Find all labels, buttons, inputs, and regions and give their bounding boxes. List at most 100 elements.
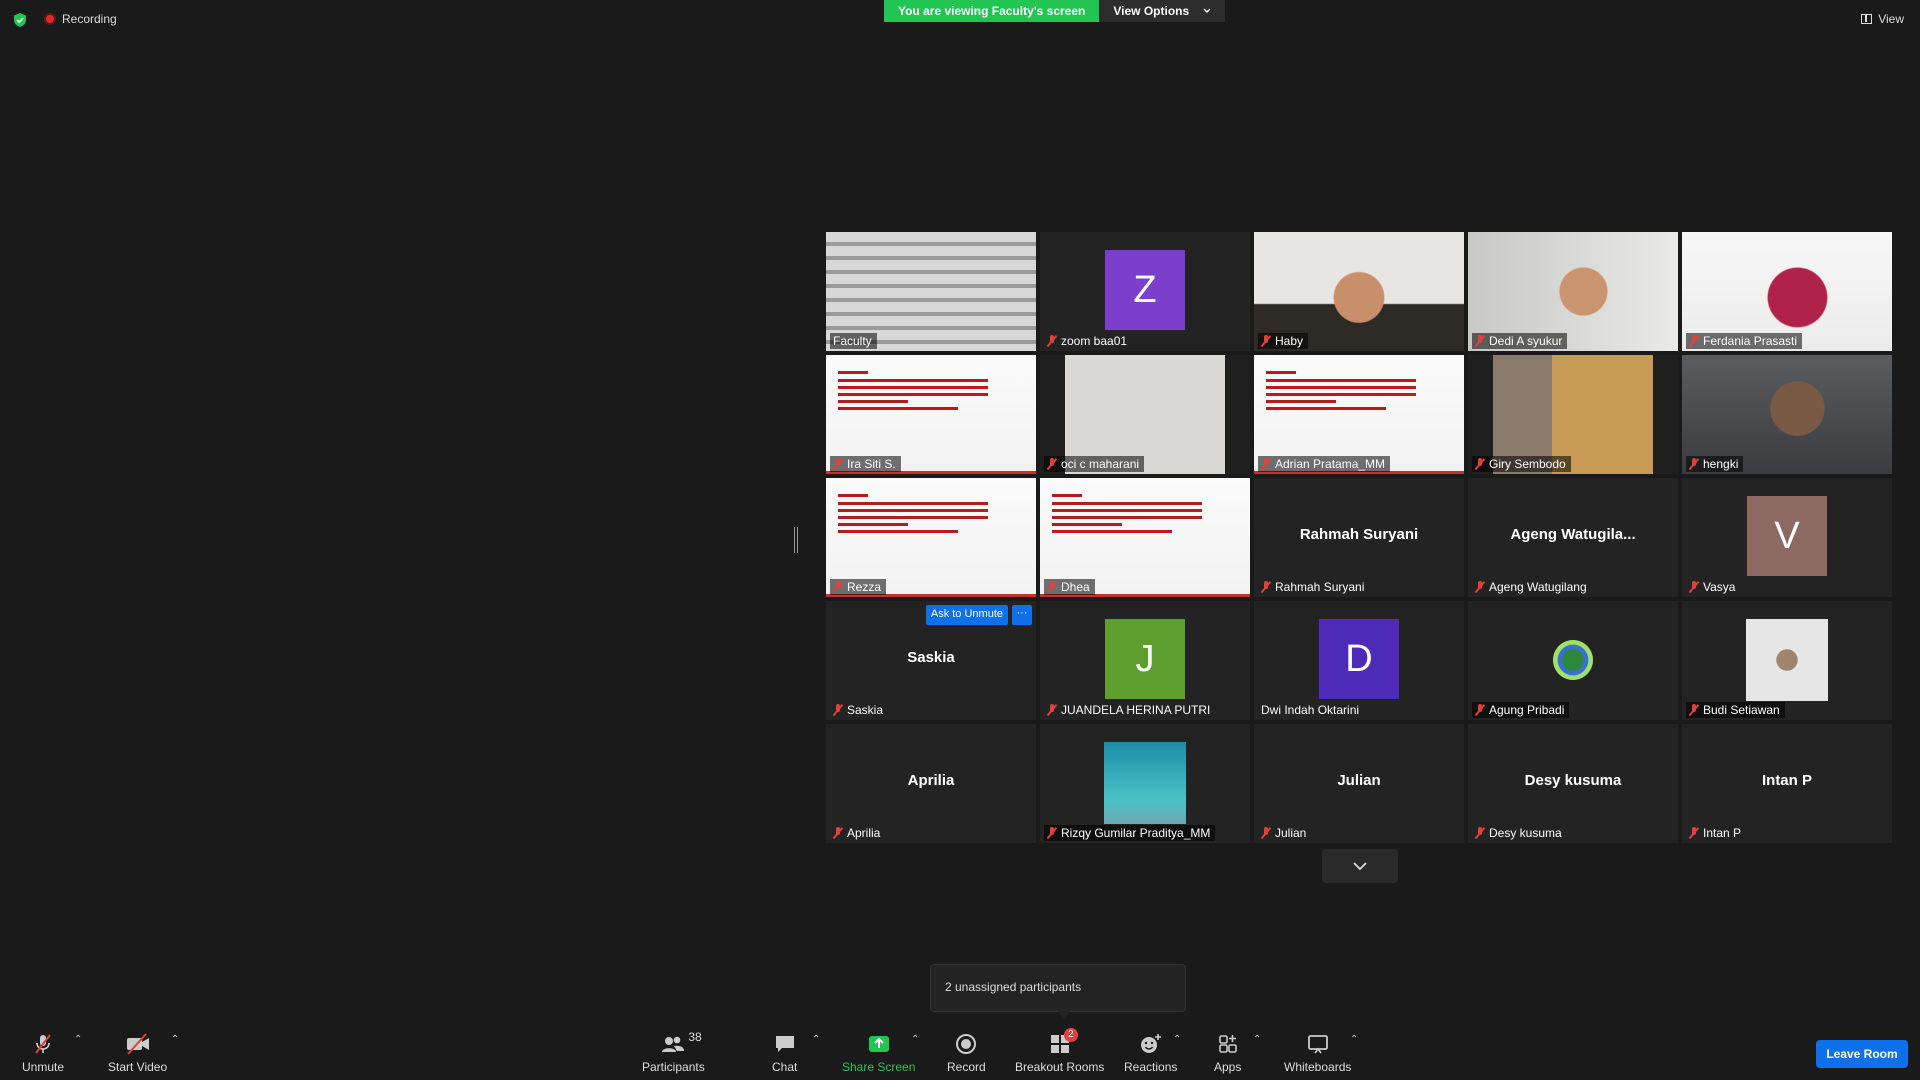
participant-tile[interactable]: Budi Setiawan: [1682, 601, 1892, 720]
participant-tile[interactable]: Adrian Pratama_MM: [1254, 355, 1464, 474]
share-screen-icon: [868, 1036, 889, 1052]
more-options-button[interactable]: ···: [1012, 605, 1032, 625]
chevron-down-icon: [1203, 8, 1211, 13]
participant-name-tag: Rizqy Gumilar Praditya_MM: [1044, 825, 1216, 841]
participant-name-tag: Desy kusuma: [1472, 825, 1567, 841]
participant-name: Intan P: [1703, 826, 1742, 840]
participant-tile[interactable]: hengki: [1682, 355, 1892, 474]
participant-tile[interactable]: V Vasya: [1682, 478, 1892, 597]
gallery-scroll-down-button[interactable]: [1322, 849, 1398, 883]
share-screen-label: Share Screen: [842, 1060, 916, 1074]
participant-name: Rizqy Gumilar Praditya_MM: [1061, 826, 1211, 840]
participant-name: Saskia: [847, 703, 884, 717]
avatar: D: [1319, 619, 1399, 699]
participant-tile[interactable]: Dedi A syukur: [1468, 232, 1678, 351]
apps-label: Apps: [1214, 1060, 1242, 1074]
participant-display-name: Aprilia: [907, 772, 955, 789]
chat-options-caret-icon[interactable]: ⌃: [812, 1034, 820, 1045]
share-screen-button[interactable]: Share Screen: [842, 1032, 915, 1074]
leave-room-button[interactable]: Leave Room: [1816, 1040, 1908, 1068]
microphone-muted-icon: [833, 458, 843, 470]
view-options-button[interactable]: View Options: [1099, 0, 1226, 22]
breakout-rooms-badge: 2: [1064, 1028, 1078, 1042]
participant-tile[interactable]: Haby: [1254, 232, 1464, 351]
participant-tile[interactable]: Rahmah Suryani Rahmah Suryani: [1254, 478, 1464, 597]
participant-name-tag: Ferdania Prasasti: [1686, 333, 1803, 349]
participant-display-name: Saskia: [907, 649, 955, 666]
participant-name-tag: Rahmah Suryani: [1258, 579, 1369, 595]
avatar: J: [1105, 619, 1185, 699]
participant-tile[interactable]: Julian Julian: [1254, 724, 1464, 843]
slide-text-line: [838, 494, 868, 497]
participant-tile[interactable]: Intan P Intan P: [1682, 724, 1892, 843]
microphone-muted-icon: [1689, 581, 1699, 593]
participant-tile[interactable]: Ageng Watugila... Ageng Watugilang: [1468, 478, 1678, 597]
chat-button[interactable]: Chat: [772, 1032, 797, 1074]
participant-name-tag: Ira Siti S.: [830, 456, 901, 472]
chat-label: Chat: [772, 1060, 798, 1074]
slide-text-line: [838, 386, 988, 389]
apps-options-caret-icon[interactable]: ⌃: [1253, 1034, 1261, 1045]
participant-name: Rahmah Suryani: [1275, 580, 1365, 594]
reactions-options-caret-icon[interactable]: ⌃: [1173, 1034, 1181, 1045]
participant-tile[interactable]: Agung Pribadi: [1468, 601, 1678, 720]
ask-to-unmute-button[interactable]: Ask to Unmute: [925, 605, 1008, 625]
slide-text-line: [1266, 379, 1416, 382]
participants-label: Participants: [642, 1060, 705, 1074]
record-button[interactable]: Record: [947, 1032, 986, 1074]
participant-tile[interactable]: Saskia Ask to Unmute ··· Saskia: [826, 601, 1036, 720]
participant-name: hengki: [1703, 457, 1739, 471]
participant-tile[interactable]: Zzoom baa01: [1040, 232, 1250, 351]
participant-tile[interactable]: Faculty: [826, 232, 1036, 351]
whiteboards-button[interactable]: Whiteboards: [1284, 1032, 1351, 1074]
video-options-caret-icon[interactable]: ⌃: [171, 1034, 179, 1045]
participant-name: Desy kusuma: [1489, 826, 1562, 840]
slide-text-line: [838, 400, 908, 403]
tile-hover-actions: Ask to Unmute ···: [925, 605, 1032, 625]
recording-indicator[interactable]: Recording: [44, 12, 117, 26]
apps-button[interactable]: Apps: [1214, 1032, 1241, 1074]
participant-tile[interactable]: Aprilia Aprilia: [826, 724, 1036, 843]
share-options-caret-icon[interactable]: ⌃: [911, 1034, 919, 1045]
participant-tile[interactable]: Desy kusuma Desy kusuma: [1468, 724, 1678, 843]
unmute-button[interactable]: Unmute: [22, 1032, 64, 1074]
breakout-rooms-button[interactable]: 2 Breakout Rooms: [1015, 1028, 1105, 1074]
breakout-rooms-label: Breakout Rooms: [1015, 1060, 1105, 1074]
view-label: View: [1878, 12, 1904, 26]
participant-tile[interactable]: J JUANDELA HERINA PUTRI: [1040, 601, 1250, 720]
participant-tile[interactable]: Ferdania Prasasti: [1682, 232, 1892, 351]
participant-tile[interactable]: Ira Siti S.: [826, 355, 1036, 474]
microphone-muted-icon: [1689, 458, 1699, 470]
slide-text-line: [1052, 516, 1202, 519]
participant-tile[interactable]: Dhea: [1040, 478, 1250, 597]
view-button[interactable]: View: [1861, 12, 1904, 26]
participant-tile[interactable]: Rizqy Gumilar Praditya_MM: [1040, 724, 1250, 843]
participant-video: [1104, 742, 1186, 824]
start-video-button[interactable]: Start Video: [108, 1032, 167, 1074]
participant-name: Adrian Pratama_MM: [1275, 457, 1386, 471]
avatar: V: [1747, 496, 1827, 576]
participant-name-tag: Intan P: [1686, 825, 1746, 841]
start-video-label: Start Video: [108, 1060, 168, 1074]
panel-resize-handle[interactable]: [794, 527, 798, 553]
participant-tile[interactable]: Giry Sembodo: [1468, 355, 1678, 474]
slide-text-line: [838, 379, 988, 382]
slide-text-line: [1052, 502, 1202, 505]
microphone-muted-icon: [1047, 335, 1057, 347]
slide-text-line: [838, 530, 958, 533]
audio-options-caret-icon[interactable]: ⌃: [74, 1034, 82, 1045]
participant-name: Ferdania Prasasti: [1703, 334, 1798, 348]
reactions-button[interactable]: Reactions: [1124, 1032, 1177, 1074]
participants-button[interactable]: 38 Participants: [642, 1030, 705, 1074]
participant-tile[interactable]: D Dwi Indah Oktarini: [1254, 601, 1464, 720]
security-shield-icon[interactable]: [12, 12, 28, 28]
slide-text-line: [1266, 407, 1386, 410]
whiteboards-options-caret-icon[interactable]: ⌃: [1350, 1034, 1358, 1045]
participant-name-tag: Ageng Watugilang: [1472, 579, 1592, 595]
participant-name-tag: Giry Sembodo: [1472, 456, 1571, 472]
participant-name-tag: Saskia: [830, 702, 888, 718]
participant-tile[interactable]: oci c maharani: [1040, 355, 1250, 474]
participant-tile[interactable]: Rezza: [826, 478, 1036, 597]
chat-bubble-icon: [775, 1036, 794, 1052]
slide-text-line: [838, 516, 988, 519]
